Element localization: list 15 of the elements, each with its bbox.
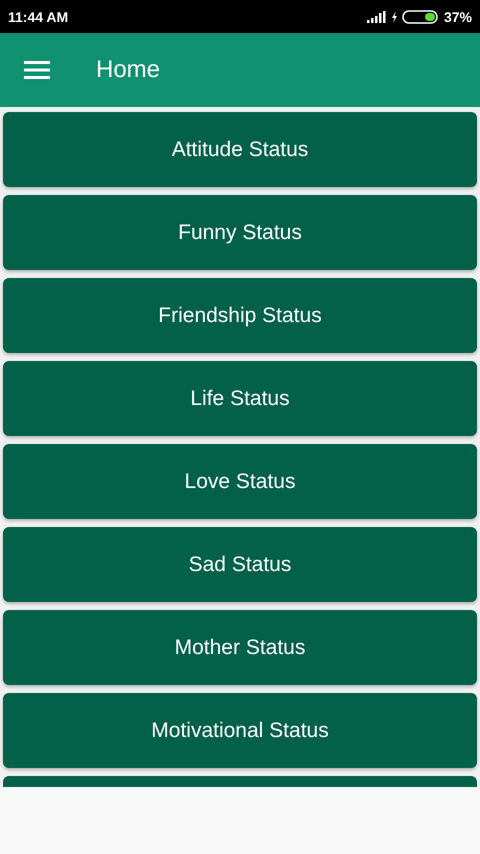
category-button[interactable]: Funny Status (3, 195, 477, 270)
battery-icon (402, 10, 440, 24)
category-button[interactable]: Life Status (3, 361, 477, 436)
menu-icon[interactable] (24, 61, 50, 79)
status-time: 11:44 AM (8, 8, 68, 24)
category-button[interactable]: Love Status (3, 444, 477, 519)
category-button[interactable]: Motivational Status (3, 693, 477, 768)
app-title: Home (96, 56, 160, 84)
category-button[interactable]: Sad Status (3, 527, 477, 602)
charging-icon (390, 10, 398, 22)
category-button[interactable]: Friendship Status (3, 278, 477, 353)
battery-percent: 37% (444, 8, 472, 24)
category-button[interactable]: Mother Status (3, 610, 477, 685)
category-button[interactable]: Attitude Status (3, 112, 477, 187)
signal-icon (366, 10, 387, 22)
